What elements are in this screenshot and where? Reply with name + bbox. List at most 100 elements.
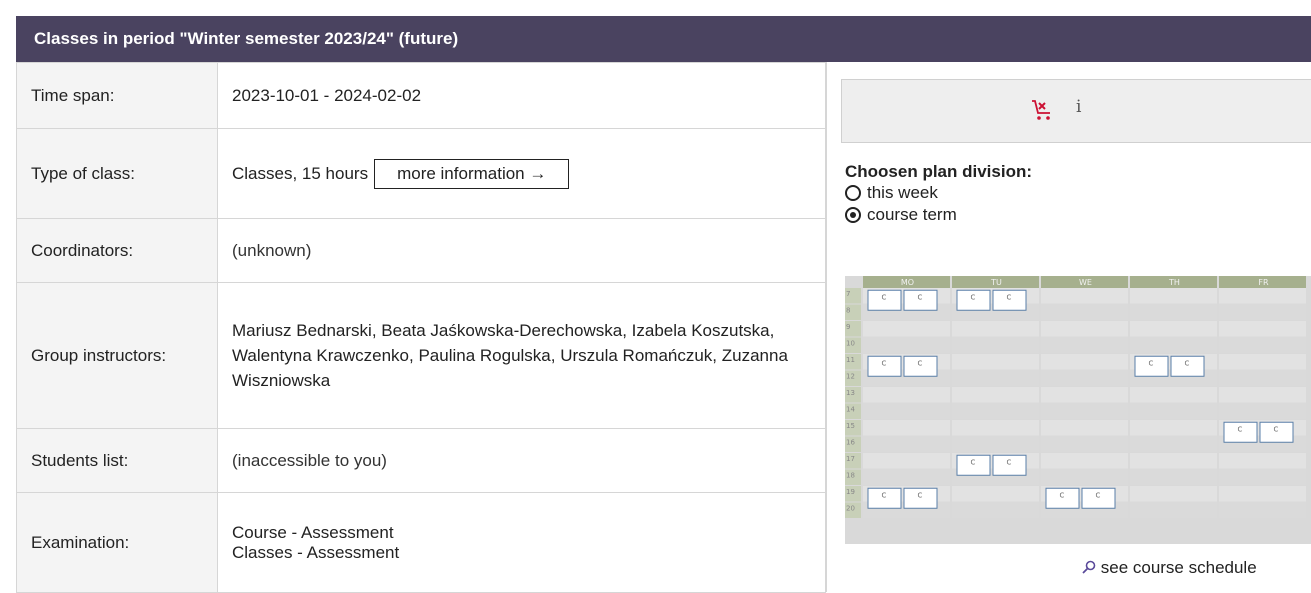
hour-label: 15 xyxy=(846,422,855,430)
schedule-cell xyxy=(952,502,1039,518)
coordinators-value: (unknown) xyxy=(217,218,826,283)
schedule-cell xyxy=(1130,337,1217,353)
hour-label: 16 xyxy=(846,439,855,447)
schedule-cell xyxy=(1219,321,1306,337)
class-block-label: C xyxy=(882,359,887,367)
table-row: Coordinators: (unknown) xyxy=(16,218,826,283)
schedule-cell xyxy=(1219,387,1306,403)
schedule-cell xyxy=(952,420,1039,436)
radio-course-term-circle[interactable] xyxy=(845,207,861,223)
see-course-schedule-link[interactable]: see course schedule xyxy=(1082,558,1257,578)
radio-this-week-circle[interactable] xyxy=(845,185,861,201)
schedule-cell xyxy=(952,486,1039,502)
table-row: Group instructors: Mariusz Bednarski, Be… xyxy=(16,282,826,429)
hour-label: 14 xyxy=(846,406,855,414)
cart-remove-icon[interactable] xyxy=(1031,98,1053,122)
hour-label: 19 xyxy=(846,488,855,496)
schedule-cell xyxy=(1130,387,1217,403)
schedule-cell xyxy=(1219,337,1306,353)
info-icon[interactable]: i xyxy=(1076,97,1081,117)
schedule-cell xyxy=(1219,502,1306,518)
more-information-button[interactable]: more information → xyxy=(374,158,570,189)
schedule-cell xyxy=(1041,337,1128,353)
examination-label: Examination: xyxy=(16,492,218,593)
day-label: FR xyxy=(1258,278,1269,287)
schedule-grid[interactable]: MO TU WE TH FR 7 8 9 10 11 12 13 14 15 16 17 18 19 20 C C C C C… xyxy=(845,276,1311,544)
type-of-class-cell: Classes, 15 hours more information → xyxy=(217,128,826,219)
schedule-cell xyxy=(1041,453,1128,469)
schedule-cell xyxy=(1219,370,1306,386)
class-block-label: C xyxy=(1274,425,1279,433)
table-row: Time span: 2023-10-01 - 2024-02-02 xyxy=(16,62,826,129)
class-block-label: C xyxy=(918,293,923,301)
class-block-label: C xyxy=(1238,425,1243,433)
class-block-label: C xyxy=(1096,491,1101,499)
class-block-label: C xyxy=(918,359,923,367)
schedule-cell xyxy=(1130,403,1217,419)
radio-course-term[interactable]: course term xyxy=(845,204,1032,226)
see-course-schedule-label: see course schedule xyxy=(1100,558,1257,577)
schedule-cell xyxy=(863,337,950,353)
table-row: Students list: (inaccessible to you) xyxy=(16,428,826,493)
day-label: WE xyxy=(1079,278,1092,287)
day-label: TU xyxy=(990,278,1002,287)
radio-this-week[interactable]: this week xyxy=(845,182,1032,204)
hour-label: 9 xyxy=(846,323,850,331)
section-header: Classes in period "Winter semester 2023/… xyxy=(16,16,1311,62)
type-of-class-label: Type of class: xyxy=(16,128,218,219)
schedule-cell xyxy=(1219,486,1306,502)
schedule-cell xyxy=(952,387,1039,403)
schedule-cell xyxy=(952,354,1039,370)
magnifier-icon xyxy=(1082,560,1096,574)
schedule-cell xyxy=(863,453,950,469)
schedule-cell xyxy=(1219,354,1306,370)
time-span-value: 2023-10-01 - 2024-02-02 xyxy=(217,62,826,129)
table-row: Type of class: Classes, 15 hours more inf… xyxy=(16,128,826,219)
plan-division-title: Choosen plan division: xyxy=(845,162,1033,181)
group-instructors-value: Mariusz Bednarski, Beata Jaśkowska-Derec… xyxy=(217,282,826,429)
schedule-cell xyxy=(1130,469,1217,485)
hour-label: 12 xyxy=(846,373,855,381)
schedule-cell xyxy=(1130,453,1217,469)
schedule-cell xyxy=(1130,436,1217,452)
schedule-cell xyxy=(1041,420,1128,436)
examination-cell: Course - Assessment Classes - Assessment xyxy=(217,492,826,593)
schedule-cell xyxy=(1130,321,1217,337)
hour-label: 13 xyxy=(846,389,855,397)
schedule-cell xyxy=(1219,288,1306,304)
schedule-cell xyxy=(1041,321,1128,337)
day-label: TH xyxy=(1168,278,1180,287)
schedule-cell xyxy=(952,337,1039,353)
schedule-cell xyxy=(1219,469,1306,485)
schedule-cell xyxy=(1130,420,1217,436)
schedule-cell xyxy=(1041,354,1128,370)
coordinators-label: Coordinators: xyxy=(16,218,218,283)
students-list-label: Students list: xyxy=(16,428,218,493)
type-of-class-value: Classes, 15 hours xyxy=(232,163,369,183)
section-title: Classes in period "Winter semester 2023/… xyxy=(34,29,459,48)
schedule-cell xyxy=(1130,486,1217,502)
schedule-cell xyxy=(1041,436,1128,452)
schedule-cell xyxy=(1041,469,1128,485)
schedule-cell xyxy=(952,436,1039,452)
schedule-cell xyxy=(863,387,950,403)
hour-label: 10 xyxy=(846,340,855,348)
group-instructors-label: Group instructors: xyxy=(16,282,218,429)
class-block-label: C xyxy=(1060,491,1065,499)
time-span-label: Time span: xyxy=(16,62,218,129)
class-info-table: Time span: 2023-10-01 - 2024-02-02 Type … xyxy=(16,62,826,593)
plan-division: Choosen plan division: this week course … xyxy=(845,162,1032,226)
schedule-cell xyxy=(1041,304,1128,320)
schedule-cell xyxy=(863,469,950,485)
schedule-cell xyxy=(863,436,950,452)
class-block-label: C xyxy=(1007,293,1012,301)
schedule-cell xyxy=(1041,288,1128,304)
right-panel: i Choosen plan division: this week cours… xyxy=(826,62,1311,592)
examination-classes: Classes - Assessment xyxy=(232,542,400,562)
hour-label: 18 xyxy=(846,472,855,480)
class-block-label: C xyxy=(971,458,976,466)
cart-box: i xyxy=(841,79,1311,143)
class-block-label: C xyxy=(971,293,976,301)
class-block-label: C xyxy=(1149,359,1154,367)
schedule-cell xyxy=(1041,387,1128,403)
